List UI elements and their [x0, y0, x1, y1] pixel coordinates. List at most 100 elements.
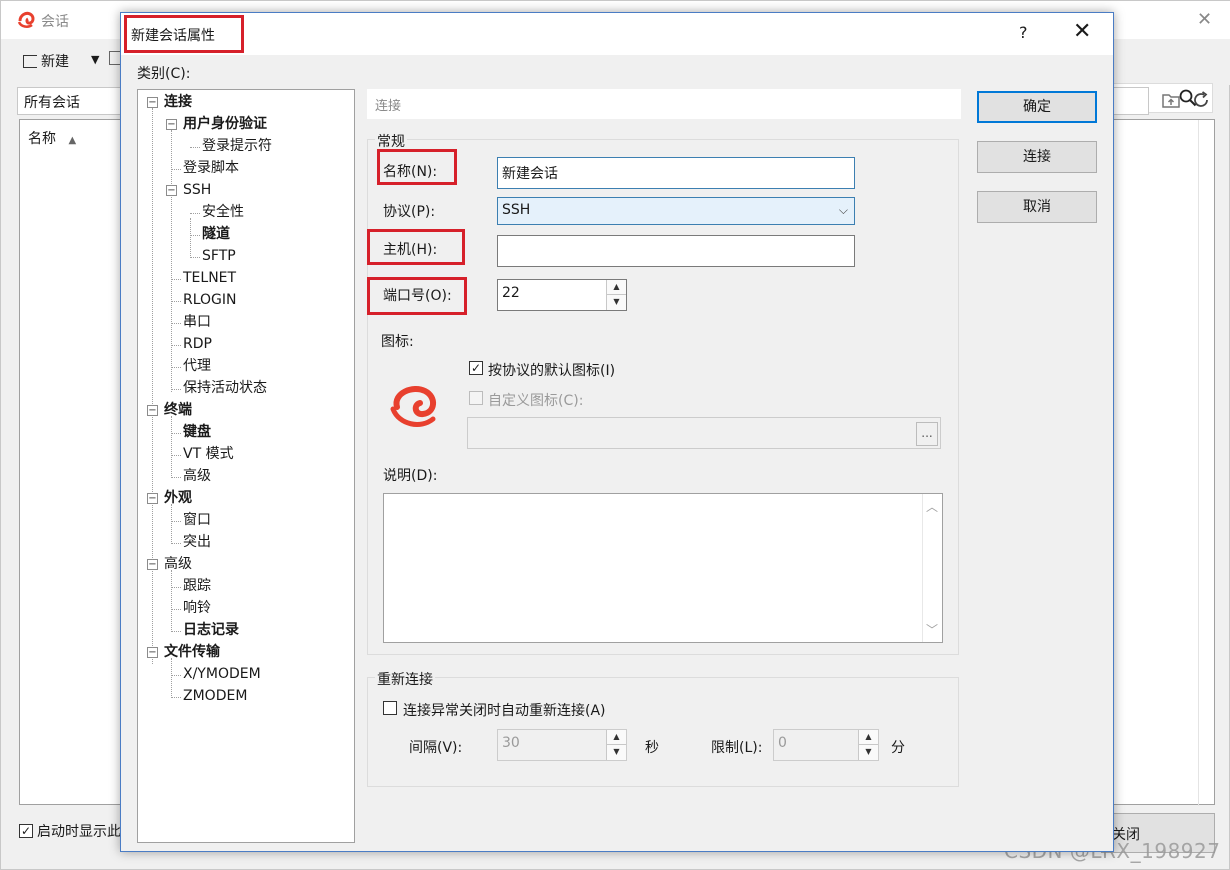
- tree-item-terminal[interactable]: 终端: [164, 401, 192, 419]
- description-scrollbar[interactable]: ︿ ﹀: [922, 494, 942, 642]
- dialog-close-button[interactable]: ✕: [1073, 19, 1091, 44]
- tree-line: [171, 323, 181, 324]
- panel-header: 连接: [367, 89, 961, 119]
- chevron-down-icon: ⌵: [838, 203, 848, 217]
- collapse-icon[interactable]: −: [166, 185, 177, 196]
- tree-line: [190, 147, 200, 148]
- collapse-icon[interactable]: −: [147, 493, 158, 504]
- tree-item-rlogin[interactable]: RLOGIN: [183, 291, 237, 309]
- name-column-label: 名称: [28, 131, 56, 147]
- tree-item-sftp[interactable]: SFTP: [202, 247, 236, 265]
- tree-line: [171, 609, 181, 610]
- port-value: 22: [502, 285, 520, 301]
- tree-item-rdp[interactable]: RDP: [183, 335, 212, 353]
- tree-item-terminal-advanced[interactable]: 高级: [183, 467, 211, 485]
- tree-item-security[interactable]: 安全性: [202, 203, 244, 221]
- default-icon-checkbox[interactable]: ✓: [469, 361, 483, 375]
- collapse-icon[interactable]: −: [147, 97, 158, 108]
- tree-item-bell[interactable]: 响铃: [183, 599, 211, 617]
- startup-show-checkbox[interactable]: ✓ 启动时显示此: [19, 821, 121, 841]
- tree-item-file-transfer[interactable]: 文件传输: [164, 643, 220, 661]
- spin-up-icon[interactable]: ▲: [607, 280, 626, 295]
- connect-button[interactable]: 连接: [977, 141, 1097, 173]
- tree-item-logging[interactable]: 日志记录: [183, 621, 239, 639]
- spin-up-icon[interactable]: ▲: [859, 730, 878, 745]
- limit-stepper[interactable]: 0 ▲ ▼: [773, 729, 879, 761]
- protocol-select[interactable]: SSH ⌵: [497, 197, 855, 225]
- category-label: 类别(C):: [137, 66, 191, 82]
- new-session-button[interactable]: 新建: [23, 51, 69, 71]
- tree-item-login-prompts[interactable]: 登录提示符: [202, 137, 272, 155]
- custom-icon-checkbox[interactable]: [469, 391, 483, 405]
- tree-line: [171, 367, 181, 368]
- tree-item-xymodem[interactable]: X/YMODEM: [183, 665, 261, 683]
- auto-reconnect-label: 连接异常关闭时自动重新连接(A): [403, 703, 606, 719]
- category-tree[interactable]: − 连接 − 用户身份验证 登录提示符 登录脚本 − SSH 安全性 隧道 SF…: [137, 89, 355, 843]
- port-stepper[interactable]: 22 ▲ ▼: [497, 279, 627, 311]
- tree-item-tunneling[interactable]: 隧道: [202, 225, 230, 243]
- tree-line: [171, 570, 172, 632]
- limit-unit: 分: [891, 740, 905, 756]
- tree-item-window[interactable]: 窗口: [183, 511, 211, 529]
- sort-ascending-icon: ▲: [68, 135, 77, 146]
- spin-down-icon[interactable]: ▼: [607, 745, 626, 760]
- tree-line: [190, 213, 200, 214]
- tree-line: [190, 257, 200, 258]
- tree-item-login-script[interactable]: 登录脚本: [183, 159, 239, 177]
- collapse-icon[interactable]: −: [147, 405, 158, 416]
- tree-item-keyboard[interactable]: 键盘: [183, 423, 211, 441]
- help-button[interactable]: ?: [1019, 23, 1028, 42]
- close-icon[interactable]: ✕: [1197, 9, 1212, 30]
- tree-item-appearance[interactable]: 外观: [164, 489, 192, 507]
- tree-line: [171, 521, 181, 522]
- spin-down-icon[interactable]: ▼: [859, 745, 878, 760]
- name-input[interactable]: 新建会话: [497, 157, 855, 189]
- cancel-button[interactable]: 取消: [977, 191, 1097, 223]
- tree-line: [171, 543, 181, 544]
- general-group-legend: 常规: [375, 131, 407, 151]
- icon-label: 图标:: [381, 334, 414, 350]
- tree-item-keep-alive[interactable]: 保持活动状态: [183, 379, 267, 397]
- scroll-down-icon[interactable]: ﹀: [926, 621, 938, 638]
- session-path[interactable]: 所有会话: [17, 87, 127, 115]
- session-logo-icon: [390, 386, 436, 427]
- scroll-up-icon[interactable]: ︿: [926, 498, 938, 515]
- tree-item-user-auth[interactable]: 用户身份验证: [183, 115, 267, 133]
- interval-spin: ▲ ▼: [606, 730, 626, 760]
- tree-item-trace[interactable]: 跟踪: [183, 577, 211, 595]
- new-dropdown-icon[interactable]: ▼: [91, 53, 99, 66]
- folder-up-icon[interactable]: [1161, 91, 1181, 109]
- tree-line: [171, 169, 181, 170]
- port-spin: ▲ ▼: [606, 280, 626, 310]
- tree-line: [190, 218, 191, 256]
- startup-checkbox-box[interactable]: ✓: [19, 824, 33, 838]
- tree-item-vt-mode[interactable]: VT 模式: [183, 445, 234, 463]
- tree-item-zmodem[interactable]: ZMODEM: [183, 687, 247, 705]
- tree-item-proxy[interactable]: 代理: [183, 357, 211, 375]
- new-session-properties-dialog: 新建会话属性 ? ✕ 类别(C): − 连接 − 用户身份验证 登录提示符 登录…: [120, 12, 1114, 852]
- collapse-icon[interactable]: −: [166, 119, 177, 130]
- auto-reconnect-checkbox[interactable]: [383, 701, 397, 715]
- tree-item-advanced[interactable]: 高级: [164, 555, 192, 573]
- tree-item-connection[interactable]: 连接: [164, 93, 192, 111]
- description-textarea[interactable]: ︿ ﹀: [383, 493, 943, 643]
- tree-item-telnet[interactable]: TELNET: [183, 269, 236, 287]
- interval-label: 间隔(V):: [409, 740, 463, 756]
- reconnect-group-legend: 重新连接: [375, 669, 435, 689]
- host-input[interactable]: [497, 235, 855, 267]
- browse-icon-button[interactable]: ...: [916, 422, 938, 446]
- tree-line: [171, 301, 181, 302]
- collapse-icon[interactable]: −: [147, 559, 158, 570]
- collapse-icon[interactable]: −: [147, 647, 158, 658]
- tree-item-highlight[interactable]: 突出: [183, 533, 211, 551]
- new-session-label: 新建: [41, 54, 69, 70]
- refresh-icon[interactable]: [1191, 90, 1211, 110]
- tree-item-ssh[interactable]: SSH: [183, 181, 211, 199]
- interval-stepper[interactable]: 30 ▲ ▼: [497, 729, 627, 761]
- list-header-name[interactable]: 名称 ▲: [28, 128, 76, 148]
- spin-up-icon[interactable]: ▲: [607, 730, 626, 745]
- tree-item-serial[interactable]: 串口: [183, 313, 211, 331]
- tree-line: [171, 279, 181, 280]
- ok-button[interactable]: 确定: [977, 91, 1097, 123]
- spin-down-icon[interactable]: ▼: [607, 295, 626, 310]
